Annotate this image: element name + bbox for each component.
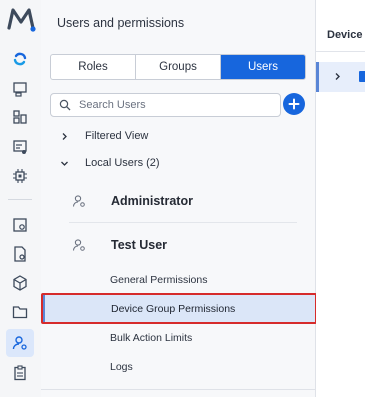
- user-name: Test User: [111, 238, 168, 252]
- app-rail: [0, 0, 42, 397]
- users-permissions-panel: Users and permissions Roles Groups Users…: [41, 0, 317, 397]
- devices-icon[interactable]: [9, 106, 31, 128]
- sync-icon[interactable]: [9, 48, 31, 70]
- tree-item-local-users[interactable]: Local Users (2): [41, 156, 315, 170]
- user-name: Administrator: [111, 194, 193, 208]
- sub-item-label: Device Group Permissions: [111, 303, 236, 315]
- users-permissions-icon[interactable]: [6, 329, 34, 357]
- add-user-button[interactable]: [283, 93, 305, 115]
- search-input[interactable]: [77, 98, 261, 112]
- folder-icon[interactable]: [9, 301, 31, 323]
- tree-item-label: Filtered View: [85, 130, 149, 142]
- plus-icon: [288, 98, 300, 110]
- chevron-down-icon: [59, 158, 69, 168]
- sub-item-logs[interactable]: Logs: [110, 361, 133, 373]
- device-group-row[interactable]: [316, 62, 365, 92]
- user-icon: [71, 237, 87, 253]
- sub-item-bulk-action-limits[interactable]: Bulk Action Limits: [110, 332, 192, 344]
- view-tabs: Roles Groups Users: [50, 54, 306, 80]
- user-item-test-user[interactable]: Test User: [41, 236, 315, 254]
- clipboard-icon[interactable]: [9, 362, 31, 384]
- content-header: Device g: [327, 29, 365, 41]
- tree-item-label: Local Users (2): [85, 157, 160, 169]
- chevron-right-icon: [59, 131, 69, 141]
- rail-divider: [8, 199, 32, 200]
- panel-bottom-divider: [41, 389, 315, 390]
- package-icon[interactable]: [9, 272, 31, 294]
- content-area: Device g: [316, 0, 365, 397]
- document-settings-icon[interactable]: [9, 243, 31, 265]
- sub-item-general-permissions[interactable]: General Permissions: [110, 274, 207, 286]
- user-divider: [69, 222, 297, 223]
- user-item-administrator[interactable]: Administrator: [41, 192, 315, 210]
- content-header-divider: [316, 51, 365, 52]
- settings-page-icon[interactable]: [9, 214, 31, 236]
- reports-icon[interactable]: [9, 136, 31, 158]
- chevron-right-icon: [335, 73, 340, 80]
- user-icon: [71, 193, 87, 209]
- sub-item-device-group-permissions[interactable]: Device Group Permissions: [42, 295, 316, 323]
- tab-users[interactable]: Users: [221, 55, 305, 79]
- panel-title: Users and permissions: [57, 16, 185, 30]
- chip-icon[interactable]: [9, 165, 31, 187]
- tab-roles[interactable]: Roles: [51, 55, 136, 79]
- dashboard-icon[interactable]: [9, 78, 31, 100]
- search-box: [50, 93, 281, 117]
- app-logo[interactable]: [6, 6, 36, 32]
- tree-item-filtered-view[interactable]: Filtered View: [41, 129, 315, 143]
- device-group-icon: [359, 71, 365, 82]
- tab-groups[interactable]: Groups: [136, 55, 221, 79]
- search-icon: [59, 99, 71, 111]
